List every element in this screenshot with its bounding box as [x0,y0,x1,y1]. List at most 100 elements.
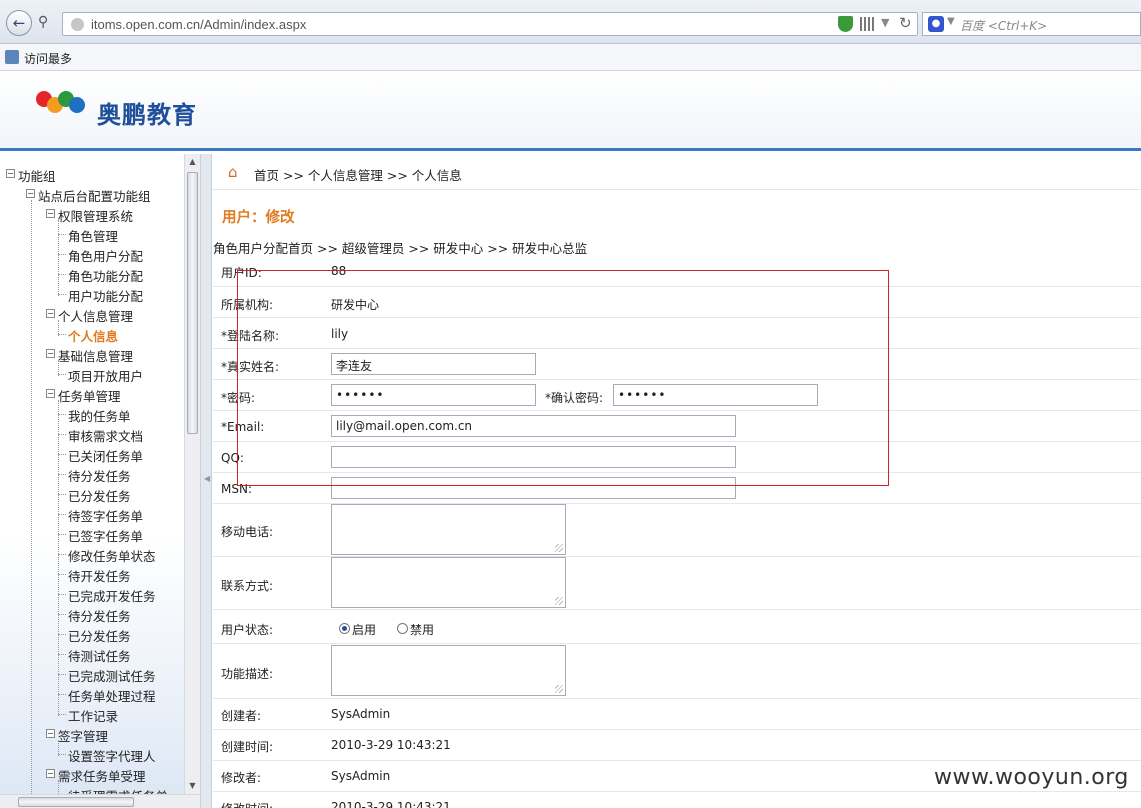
sidebar-item[interactable]: 审核需求文档 [68,426,143,445]
sidebar-vertical-scrollbar[interactable]: ▲ ▼ [184,154,200,794]
refresh-icon[interactable]: ↻ [899,14,912,32]
tree-section[interactable]: 权限管理系统 [58,206,133,225]
bookmark-most-visited[interactable]: 访问最多 [24,50,72,67]
tree-collapse-icon[interactable]: − [46,389,55,398]
status-label: 用户状态: [221,623,274,637]
row-contact: 联系方式: [213,557,1141,610]
email-field[interactable]: lily@mail.open.com.cn [331,415,736,437]
tree-connector [58,634,66,635]
description-textarea[interactable] [331,645,566,696]
sidebar-tree: − 功能组 − 站点后台配置功能组 − 权限管理系统 角色管理 角色用户分配 角色功能分配 用户功… [0,154,200,808]
frame-splitter[interactable]: ◀ [200,154,212,808]
qrcode-icon[interactable] [860,17,874,31]
tree-collapse-icon[interactable]: − [46,769,55,778]
row-realname: *真实姓名: 李连友 [213,349,1141,380]
tree-root[interactable]: 功能组 [18,166,56,185]
search-box[interactable]: ● ▼ 百度 <Ctrl+K> [922,12,1141,36]
tree-section[interactable]: 任务单管理 [58,386,121,405]
scrollbar-thumb[interactable] [187,172,198,434]
tree-collapse-icon[interactable]: − [6,169,15,178]
url-text[interactable]: itoms.open.com.cn/Admin/index.aspx [91,17,306,32]
site-header: 奥鹏教育 [0,71,1141,151]
search-engine-icon[interactable]: ● [928,16,944,32]
role-path[interactable]: 角色用户分配首页 >> 超级管理员 >> 研发中心 >> 研发中心总监 [213,238,587,257]
bookmarks-bar: 访问最多 [0,44,1141,71]
tree-connector [58,320,59,336]
dropdown-icon[interactable]: ▼ [881,16,889,29]
tree-collapse-icon[interactable]: − [46,729,55,738]
tree-collapse-icon[interactable]: − [46,209,55,218]
home-icon[interactable]: ⌂ [228,163,244,181]
user-id-value: 88 [331,264,347,278]
description-label: 功能描述: [221,667,274,681]
sidebar-item[interactable]: 修改任务单状态 [68,546,156,565]
tree-collapse-icon[interactable]: − [26,189,35,198]
chevron-down-icon[interactable]: ▼ [947,16,955,27]
tree-connector [58,254,66,255]
scrollbar-thumb[interactable] [18,797,134,807]
sidebar-item[interactable]: 我的任务单 [68,406,131,425]
search-placeholder[interactable]: 百度 <Ctrl+K> [960,17,1047,34]
tree-group[interactable]: 站点后台配置功能组 [38,186,151,205]
sidebar-item[interactable]: 已签字任务单 [68,526,143,545]
status-disabled-label[interactable]: 禁用 [410,621,434,638]
sidebar-item[interactable]: 设置签字代理人 [68,746,156,765]
sidebar-item[interactable]: 项目开放用户 [68,366,143,385]
sidebar-item[interactable]: 待开发任务 [68,566,131,585]
row-msn: MSN: [213,473,1141,504]
tree-connector [58,514,66,515]
sidebar-item[interactable]: 用户功能分配 [68,286,143,305]
sidebar-item[interactable]: 待分发任务 [68,466,131,485]
address-bar[interactable]: itoms.open.com.cn/Admin/index.aspx ▼ ↻ [62,12,918,36]
tree-connector [58,360,59,376]
tree-section[interactable]: 个人信息管理 [58,306,133,325]
confirm-password-field[interactable]: •••••• [613,384,818,406]
realname-field[interactable]: 李连友 [331,353,536,375]
mobile-textarea[interactable] [331,504,566,555]
logo-icon [36,89,92,125]
sidebar-item[interactable]: 已完成开发任务 [68,586,156,605]
sidebar-item[interactable]: 角色功能分配 [68,266,143,285]
password-field[interactable]: •••••• [331,384,536,406]
tree-collapse-icon[interactable]: − [46,349,55,358]
browser-toolbar: ← ⚲ itoms.open.com.cn/Admin/index.aspx ▼… [0,0,1141,44]
tree-connector [58,220,59,296]
tree-section[interactable]: 签字管理 [58,726,108,745]
back-button[interactable]: ← [6,10,32,36]
breadcrumb-bar: ⌂ 首页 >> 个人信息管理 >> 个人信息 [212,154,1141,190]
bookmark-icon [5,50,19,64]
sidebar-item[interactable]: 待测试任务 [68,646,131,665]
tree-connector [58,400,59,716]
sidebar-item[interactable]: 个人信息 [68,326,118,345]
shield-icon[interactable] [838,16,853,32]
status-enabled-radio[interactable] [339,623,350,634]
sidebar-item[interactable]: 角色用户分配 [68,246,143,265]
sidebar-item[interactable]: 待分发任务 [68,606,131,625]
sidebar-item[interactable]: 工作记录 [68,706,118,725]
msn-field[interactable] [331,477,736,499]
tree-collapse-icon[interactable]: − [46,309,55,318]
breadcrumb[interactable]: 首页 >> 个人信息管理 >> 个人信息 [254,165,462,184]
sidebar-item[interactable]: 已关闭任务单 [68,446,143,465]
sidebar-item[interactable]: 待签字任务单 [68,506,143,525]
tree-section[interactable]: 需求任务单受理 [58,766,146,785]
sidebar-item[interactable]: 已完成测试任务 [68,666,156,685]
qq-field[interactable] [331,446,736,468]
tree-connector [58,434,66,435]
sidebar-horizontal-scrollbar[interactable] [0,794,200,808]
contact-textarea[interactable] [331,557,566,608]
sidebar-item[interactable]: 已分发任务 [68,626,131,645]
globe-icon [71,18,84,31]
key-icon[interactable]: ⚲ [38,14,56,32]
status-disabled-radio[interactable] [397,623,408,634]
tree-connector [58,474,66,475]
sidebar-item[interactable]: 任务单处理过程 [68,686,156,705]
scroll-down-icon[interactable]: ▼ [185,778,200,793]
sidebar-item[interactable]: 角色管理 [68,226,118,245]
modified-value: 2010-3-29 10:43:21 [331,800,451,808]
sidebar-item[interactable]: 已分发任务 [68,486,131,505]
collapse-icon[interactable]: ◀ [204,474,210,483]
status-enabled-label[interactable]: 启用 [352,621,376,638]
tree-section[interactable]: 基础信息管理 [58,346,133,365]
scroll-up-icon[interactable]: ▲ [185,154,200,169]
